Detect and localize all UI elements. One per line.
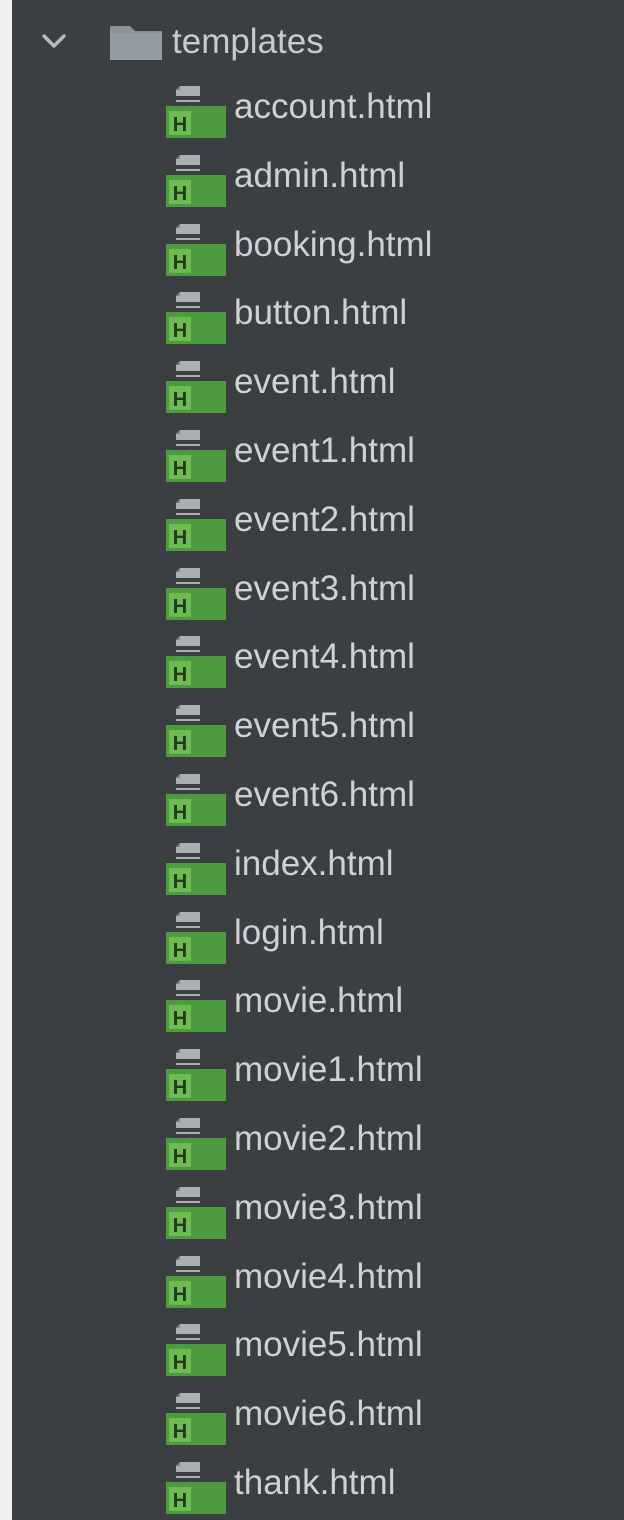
svg-text:H: H — [173, 320, 187, 342]
html-file-icon: H — [166, 911, 226, 964]
tree-file-item[interactable]: H event5.html — [12, 693, 624, 762]
html-file-icon: H — [166, 636, 226, 689]
folder-label: templates — [172, 22, 324, 61]
svg-text:H: H — [173, 389, 187, 411]
tree-file-item[interactable]: H button.html — [12, 280, 624, 349]
file-label: movie5.html — [234, 1325, 423, 1365]
file-label: movie1.html — [234, 1050, 423, 1090]
file-label: login.html — [234, 912, 384, 952]
file-label: event3.html — [234, 568, 415, 608]
svg-text:H: H — [173, 458, 187, 480]
html-file-icon: H — [166, 1117, 226, 1170]
svg-text:H: H — [173, 1008, 187, 1030]
html-file-icon: H — [166, 86, 226, 138]
svg-text:H: H — [173, 1077, 187, 1099]
tree-file-item[interactable]: H account.html — [12, 74, 624, 143]
html-file-icon: H — [166, 705, 226, 758]
html-file-icon: H — [166, 1461, 226, 1514]
file-label: event.html — [234, 362, 396, 402]
html-file-icon: H — [166, 1324, 226, 1377]
svg-text:H: H — [173, 527, 187, 549]
svg-text:H: H — [173, 1421, 187, 1443]
tree-file-item[interactable]: H event.html — [12, 349, 624, 418]
tree-file-item[interactable]: H admin.html — [12, 143, 624, 212]
file-label: event4.html — [234, 637, 415, 677]
folder-icon — [110, 26, 162, 60]
svg-text:H: H — [173, 252, 187, 274]
tree-file-item[interactable]: H movie6.html — [12, 1381, 624, 1450]
html-file-icon: H — [166, 1255, 226, 1308]
svg-text:H: H — [173, 664, 187, 686]
tree-file-item[interactable]: H login.html — [12, 900, 624, 969]
file-label: thank.html — [234, 1462, 396, 1502]
tree-file-item[interactable]: H movie5.html — [12, 1312, 624, 1381]
file-label: movie3.html — [234, 1187, 423, 1227]
tree-file-item[interactable]: H thank.html — [12, 1450, 624, 1519]
html-file-icon: H — [166, 1186, 226, 1239]
html-file-icon: H — [166, 498, 226, 551]
tree-folder-templates[interactable]: templates — [12, 8, 624, 78]
file-label: movie.html — [234, 981, 404, 1021]
svg-text:H: H — [173, 596, 187, 618]
svg-text:H: H — [173, 802, 187, 824]
file-label: event6.html — [234, 774, 415, 814]
file-label: event1.html — [234, 430, 415, 470]
tree-file-item[interactable]: H booking.html — [12, 212, 624, 281]
tree-file-item[interactable]: H event1.html — [12, 418, 624, 487]
file-label: index.html — [234, 843, 394, 883]
svg-text:H: H — [173, 1215, 187, 1237]
chevron-down-icon[interactable] — [40, 30, 68, 52]
svg-text:H: H — [173, 1490, 187, 1512]
svg-text:H: H — [173, 940, 187, 962]
svg-text:H: H — [173, 183, 187, 205]
html-file-icon: H — [166, 154, 226, 207]
html-file-icon: H — [166, 1049, 226, 1102]
svg-text:H: H — [173, 114, 187, 136]
svg-text:H: H — [173, 733, 187, 755]
svg-text:H: H — [173, 1146, 187, 1168]
tree-file-item[interactable]: H event6.html — [12, 762, 624, 831]
tree-file-item[interactable]: H movie2.html — [12, 1106, 624, 1175]
file-label: account.html — [234, 87, 433, 126]
svg-text:H: H — [173, 1284, 187, 1306]
file-label: movie6.html — [234, 1394, 423, 1434]
file-label: event2.html — [234, 499, 415, 539]
html-file-icon: H — [166, 567, 226, 620]
file-label: event5.html — [234, 706, 415, 746]
file-label: movie4.html — [234, 1256, 423, 1296]
html-file-icon: H — [166, 429, 226, 482]
tree-file-item[interactable]: H event3.html — [12, 556, 624, 625]
html-file-icon: H — [166, 773, 226, 826]
html-file-icon: H — [166, 1393, 226, 1446]
tree-file-item[interactable]: H movie1.html — [12, 1037, 624, 1106]
tree-file-item[interactable]: H movie4.html — [12, 1244, 624, 1313]
file-label: admin.html — [234, 155, 406, 195]
svg-text:H: H — [173, 1352, 187, 1374]
project-tree-panel: templates H account.html H admin.html H … — [12, 0, 624, 1520]
file-label: movie2.html — [234, 1118, 423, 1158]
file-label: button.html — [234, 293, 408, 333]
tree-file-item[interactable]: H event2.html — [12, 487, 624, 556]
html-file-icon: H — [166, 292, 226, 345]
file-list: H account.html H admin.html H booking.ht… — [12, 74, 624, 1519]
svg-text:H: H — [173, 871, 187, 893]
tree-file-item[interactable]: H index.html — [12, 831, 624, 900]
html-file-icon: H — [166, 980, 226, 1033]
tree-file-item[interactable]: H movie.html — [12, 968, 624, 1037]
html-file-icon: H — [166, 223, 226, 276]
tree-file-item[interactable]: H event4.html — [12, 624, 624, 693]
file-label: booking.html — [234, 224, 433, 264]
html-file-icon: H — [166, 842, 226, 895]
tree-file-item[interactable]: H movie3.html — [12, 1175, 624, 1244]
html-file-icon: H — [166, 361, 226, 414]
